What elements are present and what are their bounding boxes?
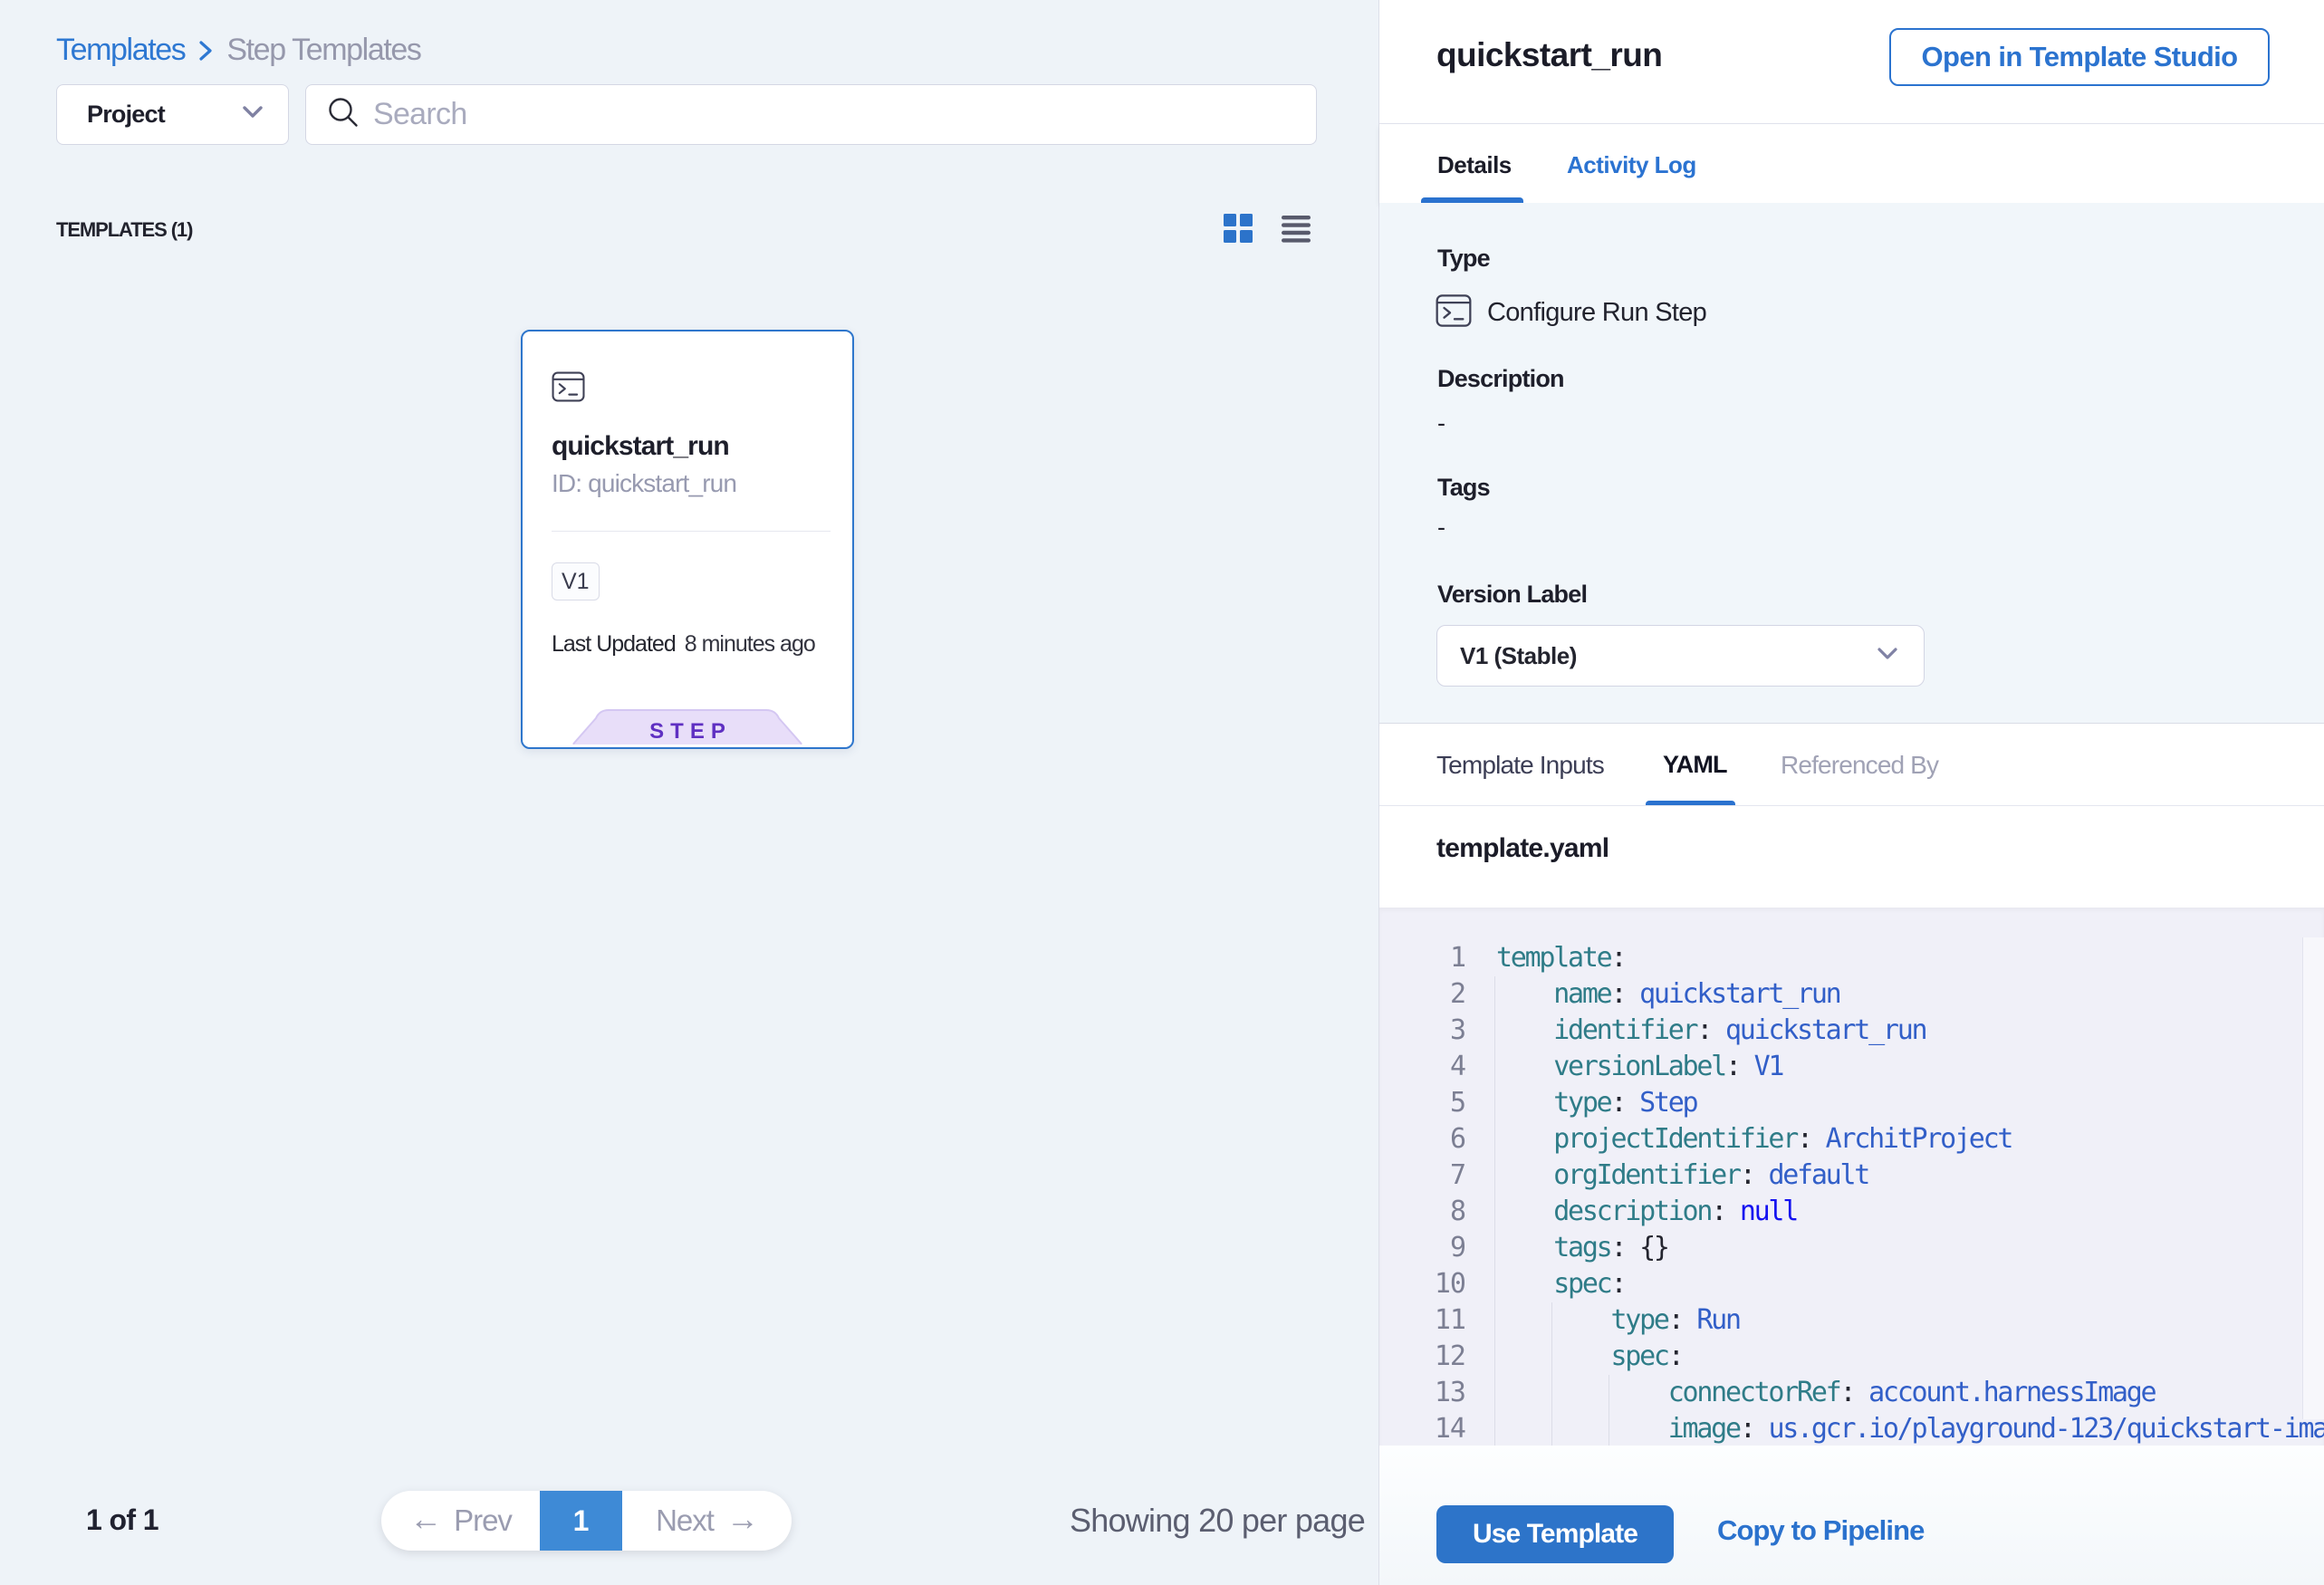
card-last-updated: Last Updated 8 minutes ago	[552, 631, 815, 658]
use-template-button[interactable]: Use Template	[1436, 1505, 1674, 1563]
template-details-panel: quickstart_run Open in Template Studio D…	[1378, 0, 2324, 1585]
tab-referenced-by[interactable]: Referenced By	[1781, 751, 1938, 780]
yaml-code-line: 11 type: Run	[1379, 1302, 2324, 1339]
search-icon	[324, 93, 362, 136]
list-view-icon[interactable]	[1281, 214, 1311, 247]
yaml-code-line: 9 tags: {}	[1379, 1230, 2324, 1266]
card-updated-label: Last Updated	[552, 631, 676, 658]
arrow-left-icon: ←	[409, 1503, 441, 1535]
tab-details[interactable]: Details	[1437, 151, 1512, 179]
chevron-down-icon	[1873, 644, 1902, 668]
card-version-badge: V1	[552, 562, 600, 600]
copy-to-pipeline-link[interactable]: Copy to Pipeline	[1717, 1514, 1924, 1547]
card-step-tag-label: STEP	[573, 719, 802, 744]
type-value-row: Configure Run Step	[1436, 293, 1706, 333]
breadcrumb-templates-link[interactable]: Templates	[56, 33, 185, 68]
card-updated-value: 8 minutes ago	[685, 631, 815, 658]
run-step-icon	[552, 371, 585, 407]
page-size-info: Showing 20 per page	[1070, 1502, 1365, 1540]
tags-value: -	[1437, 514, 1445, 542]
panel-header: quickstart_run Open in Template Studio	[1379, 0, 2324, 123]
breadcrumb-step-templates: Step Templates	[226, 33, 420, 68]
description-label: Description	[1437, 365, 1564, 393]
prev-label: Prev	[454, 1503, 512, 1538]
tab-activity-log[interactable]: Activity Log	[1567, 151, 1696, 179]
type-label: Type	[1437, 245, 1490, 273]
templates-page: Templates Step Templates Project TEMPLAT…	[0, 0, 1378, 1585]
page-1-button[interactable]: 1	[540, 1491, 622, 1551]
yaml-code-line: 6 projectIdentifier: ArchitProject	[1379, 1121, 2324, 1158]
page-info: 1 of 1	[86, 1503, 158, 1537]
version-select[interactable]: V1 (Stable)	[1436, 625, 1925, 687]
version-select-value: V1 (Stable)	[1460, 642, 1873, 670]
yaml-file-header: template.yaml	[1379, 806, 2324, 908]
prev-page-button[interactable]: ← Prev	[381, 1491, 540, 1551]
panel-title: quickstart_run	[1436, 36, 1662, 74]
yaml-code-line: 14 image: us.gcr.io/playground-123/quick…	[1379, 1411, 2324, 1446]
panel-tabs: Details Activity Log	[1379, 124, 2324, 203]
card-step-tag: STEP	[573, 708, 802, 749]
yaml-filename: template.yaml	[1436, 833, 1609, 864]
scope-dropdown-label: Project	[87, 101, 239, 129]
yaml-code-line: 7 orgIdentifier: default	[1379, 1158, 2324, 1194]
breadcrumb-chevron-icon	[197, 37, 214, 64]
card-title: quickstart_run	[552, 431, 729, 462]
run-step-icon	[1436, 293, 1472, 333]
yaml-code-line: 1template:	[1379, 940, 2324, 976]
description-value: -	[1437, 409, 1445, 437]
arrow-right-icon: →	[726, 1503, 758, 1535]
grid-view-icon[interactable]	[1223, 213, 1253, 248]
template-card[interactable]: quickstart_run ID: quickstart_run V1 Las…	[521, 330, 854, 749]
card-id: ID: quickstart_run	[552, 469, 736, 498]
tab-yaml[interactable]: YAML	[1663, 751, 1727, 779]
search-input[interactable]	[373, 97, 1298, 132]
tags-label: Tags	[1437, 474, 1490, 502]
card-divider	[552, 531, 831, 532]
type-value: Configure Run Step	[1487, 298, 1706, 328]
search-field	[305, 84, 1317, 145]
yaml-code-line: 8 description: null	[1379, 1194, 2324, 1230]
breadcrumb: Templates Step Templates	[56, 33, 421, 68]
yaml-code-line: 5 type: Step	[1379, 1085, 2324, 1121]
yaml-code: 1template:2 name: quickstart_run3 identi…	[1379, 940, 2324, 1446]
tab-template-inputs[interactable]: Template Inputs	[1436, 751, 1604, 780]
version-label: Version Label	[1437, 581, 1587, 609]
details-section: Type Configure Run Step Description - Ta…	[1379, 203, 2324, 723]
yaml-editor[interactable]: 1template:2 name: quickstart_run3 identi…	[1379, 908, 2324, 1446]
open-template-studio-button[interactable]: Open in Template Studio	[1889, 28, 2270, 86]
view-toggles	[1223, 213, 1311, 248]
yaml-code-line: 2 name: quickstart_run	[1379, 976, 2324, 1013]
panel-footer: Use Template Copy to Pipeline	[1379, 1446, 2324, 1585]
editor-scrollbar[interactable]	[2302, 937, 2324, 1419]
yaml-code-line: 13 connectorRef: account.harnessImage	[1379, 1375, 2324, 1411]
pagination-control: ← Prev 1 Next →	[381, 1491, 792, 1551]
yaml-code-line: 4 versionLabel: V1	[1379, 1049, 2324, 1085]
yaml-code-line: 3 identifier: quickstart_run	[1379, 1013, 2324, 1049]
next-label: Next	[656, 1503, 714, 1538]
next-page-button[interactable]: Next →	[622, 1491, 792, 1551]
yaml-code-line: 12 spec:	[1379, 1339, 2324, 1375]
yaml-code-line: 10 spec:	[1379, 1266, 2324, 1302]
panel-subtabs: Template Inputs YAML Referenced By	[1379, 723, 2324, 806]
templates-count-header: TEMPLATES (1)	[56, 218, 192, 242]
chevron-down-icon	[239, 103, 266, 126]
scope-dropdown[interactable]: Project	[56, 84, 289, 145]
